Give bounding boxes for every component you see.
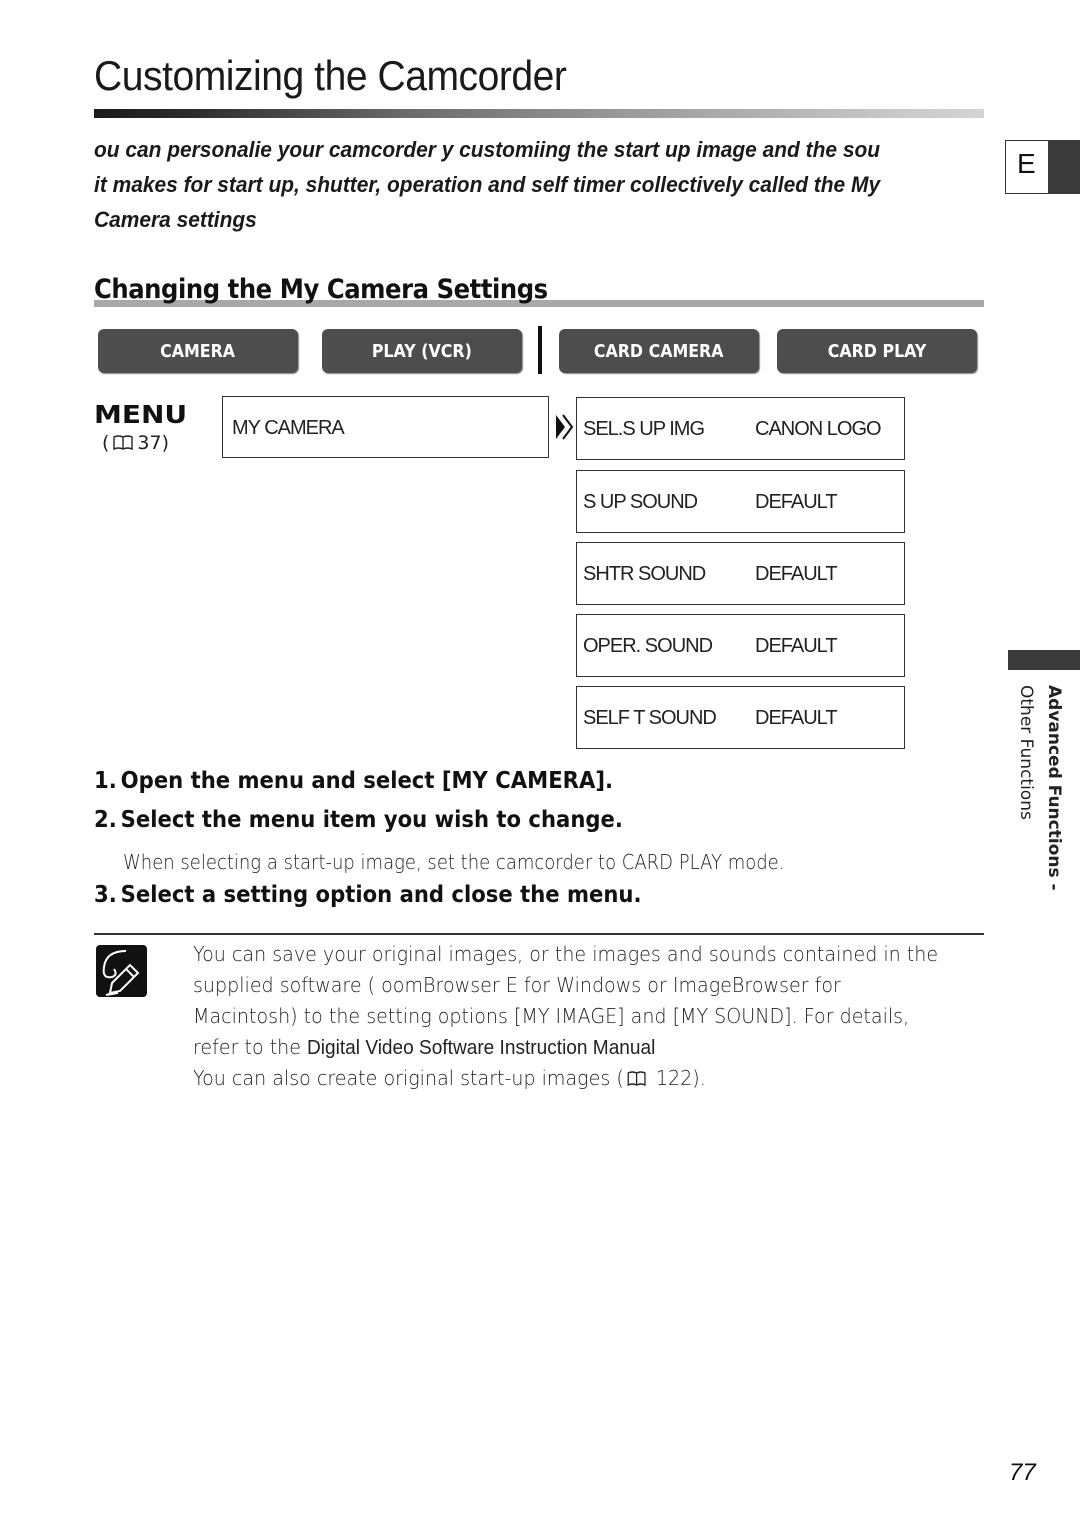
setting-value: CANON LOGO (755, 418, 882, 440)
note-line-prefix: You can also create original start-up im… (193, 1066, 624, 1090)
setting-row: OPER. SOUND DEFAULT (576, 614, 905, 677)
chapter-subtitle: Other Functions (1016, 685, 1036, 820)
mode-button-card-camera: CARD CAMERA (559, 329, 759, 373)
section-heading: Changing the My Camera Settings (94, 274, 548, 305)
step-item: 1. Open the menu and select [MY CAMERA]. (94, 768, 613, 794)
setting-name: S UP SOUND (583, 491, 698, 513)
language-tab-letter: E (1017, 148, 1036, 179)
page-number: 77 (1009, 1459, 1036, 1486)
setting-row: SHTR SOUND DEFAULT (576, 542, 905, 605)
ref-page: 37) (137, 432, 170, 454)
step-item: 3. Select a setting option and close the … (94, 882, 642, 908)
step-note: When selecting a start-up image, set the… (123, 850, 785, 874)
note-line-prefix: refer to the (193, 1035, 308, 1059)
setting-name: SEL.S UP IMG (583, 418, 705, 440)
note-line: refer to the Digital Video Software Inst… (193, 1032, 937, 1063)
note-line: Macintosh) to the setting options [MY IM… (193, 1004, 910, 1028)
step-text: Open the menu and select [MY CAMERA]. (120, 768, 614, 794)
setting-value: DEFAULT (755, 707, 838, 729)
setting-row: SELF T SOUND DEFAULT (576, 686, 905, 749)
menu-item-my-camera: MY CAMERA (222, 396, 549, 458)
note-divider (94, 933, 984, 935)
ref-open-paren: ( (102, 432, 110, 454)
intro-paragraph: ou can personalie your camcorder y custo… (94, 132, 1015, 237)
intro-line: ou can personalie your camcorder y custo… (94, 137, 881, 162)
note-line: supplied software ( oomBrowser E for Win… (193, 973, 841, 997)
step-number: 3. (94, 882, 117, 908)
book-icon (113, 435, 134, 450)
setting-value: DEFAULT (755, 563, 838, 585)
title-gradient-bar (94, 109, 984, 118)
book-icon (627, 1071, 646, 1086)
step-number: 1. (94, 768, 117, 794)
note-line: You can save your original images, or th… (193, 942, 939, 966)
note-line: You can also create original start-up im… (193, 1063, 937, 1094)
setting-row: SEL.S UP IMG CANON LOGO (576, 397, 905, 460)
intro-line: Camera settings (94, 207, 257, 232)
note-text: You can save your original images, or th… (193, 939, 993, 1094)
setting-value: DEFAULT (755, 491, 838, 513)
chapter-tab (1008, 650, 1080, 670)
setting-value: DEFAULT (755, 635, 838, 657)
setting-name: SHTR SOUND (583, 563, 706, 585)
manual-reference: Digital Video Software Instruction Manua… (307, 1036, 656, 1059)
mode-button-label: CAMERA (160, 340, 236, 362)
menu-item-label: MY CAMERA (232, 417, 345, 439)
intro-line: it makes for start up, shutter, operatio… (94, 172, 881, 197)
mode-divider (538, 326, 542, 374)
note-page-ref: 122). (649, 1066, 706, 1090)
language-tab-edge (1048, 140, 1080, 194)
step-item: 2. Select the menu item you wish to chang… (94, 807, 623, 833)
mode-button-label: PLAY (VCR) (372, 340, 472, 362)
pencil-note-icon (96, 945, 147, 997)
chapter-side-label: Advanced Functions - Other Functions (1008, 685, 1080, 905)
chapter-title: Advanced Functions - (1044, 685, 1064, 891)
mode-button-label: CARD CAMERA (594, 340, 724, 362)
mode-button-camera: CAMERA (98, 329, 298, 373)
setting-row: S UP SOUND DEFAULT (576, 470, 905, 533)
language-tab: E (1005, 140, 1080, 194)
mode-button-card-play: CARD PLAY (777, 329, 977, 373)
step-number: 2. (94, 807, 117, 833)
step-text: Select the menu item you wish to change. (120, 807, 623, 833)
menu-page-reference: (37) (102, 432, 169, 454)
mode-button-label: CARD PLAY (827, 340, 927, 362)
step-text: Select a setting option and close the me… (120, 882, 642, 908)
mode-button-play-vcr: PLAY (VCR) (322, 329, 522, 373)
page-title: Customizing the Camcorder (94, 52, 567, 99)
setting-name: OPER. SOUND (583, 635, 713, 657)
setting-name: SELF T SOUND (583, 707, 717, 729)
menu-button-label: MENU (94, 400, 188, 429)
double-chevron-right-icon (556, 414, 574, 440)
